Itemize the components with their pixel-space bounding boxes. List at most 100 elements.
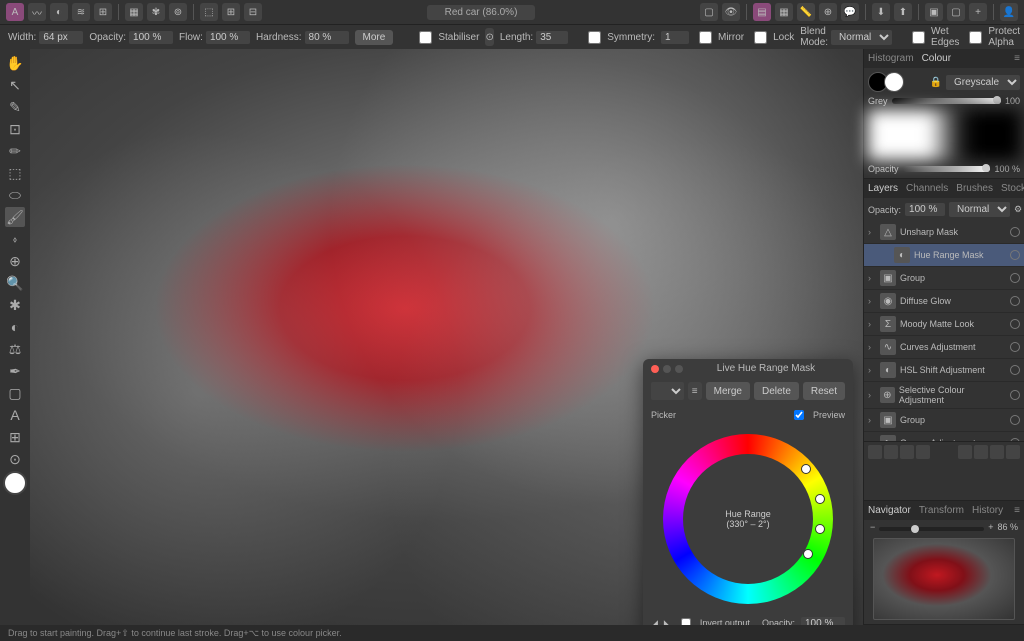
maximize-icon[interactable]: [675, 365, 683, 373]
flow-input[interactable]: [206, 31, 250, 44]
adjustment-icon[interactable]: [884, 445, 898, 459]
layers-blend-select[interactable]: Normal: [949, 202, 1010, 217]
expand-icon[interactable]: ›: [868, 365, 876, 375]
colour-opacity-slider[interactable]: [903, 166, 991, 172]
visibility-icon[interactable]: [1010, 365, 1020, 375]
visibility-icon[interactable]: [1010, 250, 1020, 260]
zoom-in-icon[interactable]: +: [988, 522, 993, 532]
mesh-tool[interactable]: ⊞: [5, 427, 25, 447]
document-title[interactable]: Red car (86.0%): [427, 5, 536, 20]
selection-sub-icon[interactable]: ⊟: [244, 3, 262, 21]
panel-menu-icon[interactable]: ≡: [1014, 505, 1020, 516]
selection-brush-tool[interactable]: ✏: [5, 141, 25, 161]
tab-layers[interactable]: Layers: [868, 181, 898, 196]
quicklook-icon[interactable]: 👁: [722, 3, 740, 21]
layer-row[interactable]: ›⊕Selective Colour Adjustment: [864, 382, 1024, 409]
preview-checkbox[interactable]: [794, 410, 804, 420]
hue-handle-end2[interactable]: [803, 549, 813, 559]
falloff-icon[interactable]: ◢: [651, 618, 658, 626]
ungroup-icon[interactable]: ▢: [947, 3, 965, 21]
reset-button[interactable]: Reset: [803, 382, 845, 400]
arrange-front-icon[interactable]: ⬆: [894, 3, 912, 21]
persona-tone-icon[interactable]: ≋: [72, 3, 90, 21]
pen-tool[interactable]: ✒: [5, 361, 25, 381]
delete-button[interactable]: Delete: [754, 382, 799, 400]
zoom-out-icon[interactable]: −: [870, 522, 875, 532]
layer-row[interactable]: ›△Unsharp Mask: [864, 221, 1024, 244]
visibility-icon[interactable]: [1010, 273, 1020, 283]
tab-history[interactable]: History: [972, 503, 1003, 518]
gear-icon[interactable]: ⚙: [1014, 204, 1022, 215]
expand-icon[interactable]: ›: [868, 390, 876, 400]
symmetry-input[interactable]: [661, 31, 689, 44]
snap-icon[interactable]: ▤: [753, 3, 771, 21]
colour-picker-tool[interactable]: ✎: [5, 97, 25, 117]
insert-icon[interactable]: +: [969, 3, 987, 21]
layer-row[interactable]: ›∿Curves Adjustment: [864, 432, 1024, 441]
opacity-input[interactable]: [129, 31, 173, 44]
crop-tool[interactable]: ⊡: [5, 119, 25, 139]
wetedges-checkbox[interactable]: [912, 31, 925, 44]
rectangle-tool[interactable]: ▢: [5, 383, 25, 403]
visibility-icon[interactable]: [1010, 296, 1020, 306]
expand-icon[interactable]: ›: [868, 227, 876, 237]
flood-tool[interactable]: ⬭: [5, 185, 25, 205]
mask-icon[interactable]: [868, 445, 882, 459]
visibility-icon[interactable]: [1010, 227, 1020, 237]
width-input[interactable]: [39, 31, 83, 44]
eyedropper-tool[interactable]: ⊙: [5, 449, 25, 469]
merge-button[interactable]: Merge: [706, 382, 750, 400]
group-icon[interactable]: ▣: [925, 3, 943, 21]
layer-row[interactable]: ›ΣMoody Matte Look: [864, 313, 1024, 336]
zoom-tool[interactable]: 🔍: [5, 273, 25, 293]
canvas[interactable]: Live Hue Range Mask ≡ Merge Delete Reset…: [30, 49, 863, 625]
app-icon[interactable]: A: [6, 3, 24, 21]
visibility-icon[interactable]: [1010, 438, 1020, 441]
tab-stock[interactable]: Stock: [1001, 181, 1024, 196]
grid-icon[interactable]: ▦: [775, 3, 793, 21]
view-icon[interactable]: ▢: [700, 3, 718, 21]
hue-handle-start[interactable]: [801, 464, 811, 474]
tab-channels[interactable]: Channels: [906, 181, 948, 196]
layer-row[interactable]: ›◉Diffuse Glow: [864, 290, 1024, 313]
tab-navigator[interactable]: Navigator: [868, 503, 911, 518]
delete-layer-icon[interactable]: [1006, 445, 1020, 459]
visibility-icon[interactable]: [1010, 390, 1020, 400]
lock-layer-icon[interactable]: [958, 445, 972, 459]
preset-menu-icon[interactable]: ≡: [688, 382, 702, 400]
hue-handle-end[interactable]: [815, 524, 825, 534]
clone-tool[interactable]: ⊕: [5, 251, 25, 271]
colour-mode-select[interactable]: Greyscale: [946, 75, 1020, 90]
layer-row[interactable]: ◐Hue Range Mask: [864, 244, 1024, 267]
fx-icon[interactable]: [900, 445, 914, 459]
text-tool[interactable]: A: [5, 405, 25, 425]
layers-opacity-input[interactable]: [905, 203, 945, 216]
paint-brush-tool[interactable]: 🖌: [5, 207, 25, 227]
marquee-tool[interactable]: ⬚: [5, 163, 25, 183]
crop-icon[interactable]: [916, 445, 930, 459]
expand-icon[interactable]: ›: [868, 415, 876, 425]
filters-icon[interactable]: ⊚: [169, 3, 187, 21]
persona-liquify-icon[interactable]: 〰: [28, 3, 46, 21]
mirror-checkbox[interactable]: [699, 31, 712, 44]
layer-type-icon[interactable]: ▦: [125, 3, 143, 21]
expand-icon[interactable]: ›: [868, 438, 876, 441]
tab-colour[interactable]: Colour: [922, 51, 951, 66]
selection-add-icon[interactable]: ⊞: [222, 3, 240, 21]
lock-icon[interactable]: 🔒: [930, 77, 942, 88]
foreground-colour[interactable]: [3, 471, 27, 495]
expand-icon[interactable]: ›: [868, 319, 876, 329]
zoom-slider[interactable]: [879, 527, 984, 531]
selection-icon[interactable]: ⬚: [200, 3, 218, 21]
layer-row[interactable]: ›◐HSL Shift Adjustment: [864, 359, 1024, 382]
tab-brushes[interactable]: Brushes: [956, 181, 993, 196]
persona-export-icon[interactable]: ⊞: [94, 3, 112, 21]
expand-icon[interactable]: ›: [868, 342, 876, 352]
retouch-tool[interactable]: ⚖: [5, 339, 25, 359]
minimize-icon[interactable]: [663, 365, 671, 373]
panel-menu-icon[interactable]: ≡: [1014, 53, 1020, 64]
add-layer-icon[interactable]: [990, 445, 1004, 459]
visibility-icon[interactable]: [1010, 415, 1020, 425]
length-input[interactable]: [536, 31, 568, 44]
layer-row[interactable]: ›▣Group: [864, 409, 1024, 432]
